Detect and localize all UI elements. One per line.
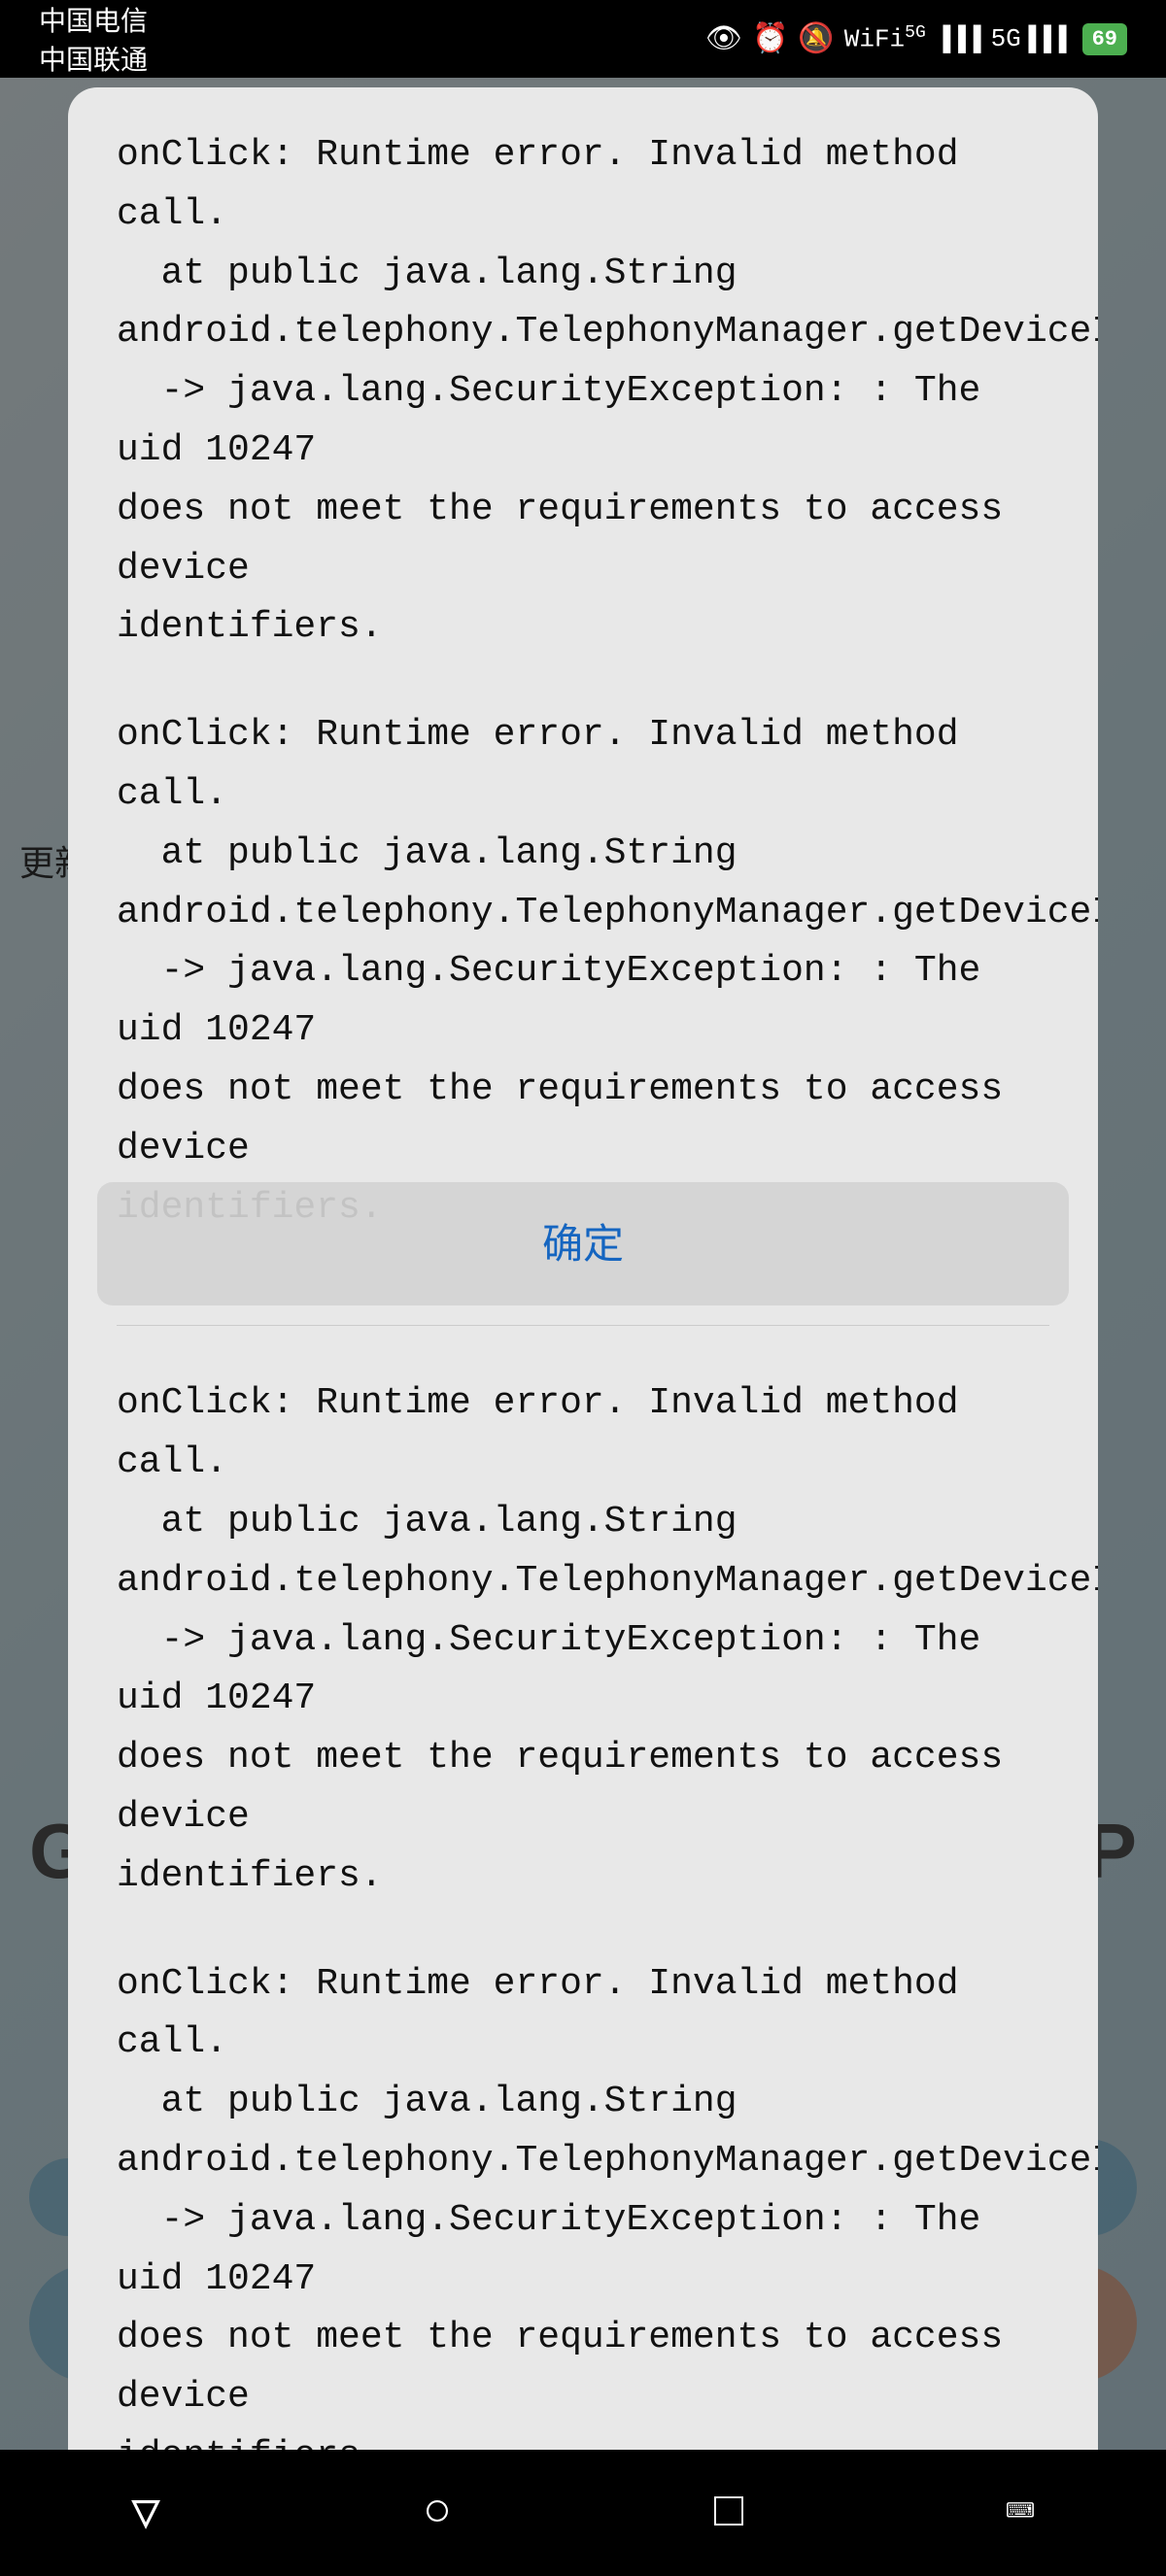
eye-icon: 👁	[705, 21, 742, 57]
confirm-overlay: 确定	[97, 1182, 1069, 1305]
system-icons: 👁 ⏰ 🔕 WiFi5G ▐▐▐ 5G▐▐▐	[705, 21, 1067, 57]
wifi-icon: WiFi5G	[844, 23, 926, 54]
status-bar: 中国电信 中国联通 15:14 👁 ⏰ 🔕 WiFi5G ▐▐▐ 5G▐▐▐ 6…	[0, 0, 1166, 78]
dialog-overlay: onClick: Runtime error. Invalid method c…	[0, 78, 1166, 2576]
back-button[interactable]: ▽	[87, 2474, 204, 2552]
5g-signal-icon: 5G▐▐▐	[991, 24, 1067, 53]
keyboard-button[interactable]: ⌨	[962, 2474, 1079, 2552]
error-block-2: onClick: Runtime error. Invalid method c…	[117, 706, 1049, 1237]
confirm-button[interactable]: 确定	[464, 1202, 702, 1286]
error-text-4: onClick: Runtime error. Invalid method c…	[117, 1963, 1098, 2477]
signal-icon: ▐▐▐	[936, 24, 981, 53]
home-button[interactable]: ○	[379, 2474, 496, 2552]
error-text-1: onClick: Runtime error. Invalid method c…	[117, 134, 1098, 648]
error-dialog: onClick: Runtime error. Invalid method c…	[68, 87, 1098, 2516]
divider-1	[117, 1325, 1049, 1326]
error-text-2: onClick: Runtime error. Invalid method c…	[117, 714, 1098, 1228]
carrier1-label: 中国电信	[39, 0, 148, 39]
battery-indicator: 69	[1082, 23, 1127, 55]
bell-muted-icon: 🔕	[798, 21, 834, 57]
alarm-icon: ⏰	[752, 21, 788, 57]
carrier-info: 中国电信 中国联通	[39, 0, 148, 78]
time-display: 15:14	[374, 19, 479, 59]
error-block-3: onClick: Runtime error. Invalid method c…	[117, 1374, 1049, 1906]
error-block-1: onClick: Runtime error. Invalid method c…	[117, 126, 1049, 658]
carrier2-label: 中国联通	[39, 39, 148, 78]
navigation-bar: ▽ ○ □ ⌨	[0, 2450, 1166, 2576]
recent-apps-button[interactable]: □	[670, 2474, 787, 2552]
error-block-4: onClick: Runtime error. Invalid method c…	[117, 1955, 1049, 2487]
error-text-3: onClick: Runtime error. Invalid method c…	[117, 1382, 1098, 1896]
status-icons: 👁 ⏰ 🔕 WiFi5G ▐▐▐ 5G▐▐▐ 69	[705, 21, 1127, 57]
